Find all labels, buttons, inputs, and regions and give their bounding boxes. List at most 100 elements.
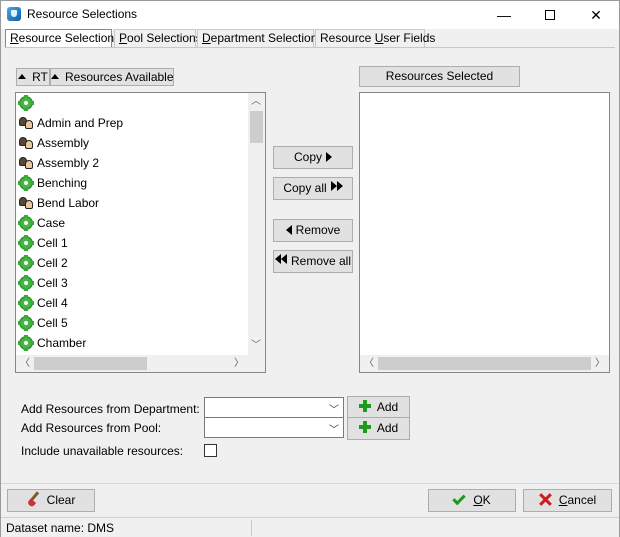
resource-selections-window: Resource Selections — ✕ Resource Selecti…	[0, 0, 620, 537]
chevron-down-icon: ﹀	[329, 425, 339, 436]
clear-button[interactable]: Clear	[7, 489, 95, 512]
scroll-left-icon[interactable]: 〈	[362, 357, 376, 371]
pool-combo[interactable]: ﹀	[204, 417, 344, 438]
scroll-right-icon[interactable]: 〉	[593, 357, 607, 371]
gear-icon	[18, 275, 34, 291]
gear-icon	[18, 295, 34, 311]
plus-icon	[358, 421, 371, 434]
arrow-left-icon	[285, 224, 292, 235]
gear-icon	[18, 95, 34, 111]
scroll-right-icon[interactable]: 〉	[232, 357, 246, 371]
tab-label-post: esource Selections	[18, 31, 121, 45]
add-department-button[interactable]: Add	[347, 396, 410, 419]
close-button[interactable]: ✕	[573, 1, 619, 29]
dataset-name-status: Dataset name: DMS	[6, 521, 114, 535]
add-from-department-label: Add Resources from Department:	[21, 402, 200, 416]
available-vertical-scrollbar[interactable]: ︿ ﹀	[248, 93, 265, 355]
double-arrow-left-icon	[274, 250, 287, 271]
tab-mnemonic: R	[10, 31, 19, 45]
copy-all-button[interactable]: Copy all	[273, 177, 353, 200]
gear-icon	[18, 175, 34, 191]
arrow-right-icon	[326, 151, 332, 162]
ok-button-label: K	[482, 493, 491, 507]
people-icon	[19, 116, 33, 130]
minimize-button[interactable]: —	[481, 1, 527, 29]
title-bar: Resource Selections — ✕	[1, 1, 619, 29]
sort-up-icon	[51, 73, 59, 79]
list-item-label: Bend Labor	[37, 196, 100, 210]
tab-resource-selections[interactable]: Resource Selections	[5, 29, 120, 48]
include-unavailable-label: Include unavailable resources:	[21, 444, 184, 458]
resources-selected-list[interactable]: 〈 〉	[359, 92, 610, 373]
available-horizontal-scrollbar[interactable]: 〈 〉	[16, 355, 265, 372]
list-item-label: Cell 3	[37, 276, 68, 290]
remove-all-button-label: Remove all	[290, 254, 352, 268]
dataset-name-label: Dataset name:	[6, 521, 85, 535]
column-header-rt[interactable]: RT	[16, 68, 50, 86]
resources-available-list[interactable]: Admin and Prep Assembly Assembly 2 Bench…	[15, 92, 266, 373]
plus-icon	[358, 400, 371, 413]
cancel-button-label: ancel	[567, 493, 597, 507]
chevron-down-icon: ﹀	[329, 405, 339, 416]
copy-button[interactable]: Copy	[273, 146, 353, 169]
list-item-label: Admin and Prep	[37, 116, 124, 130]
column-header-rt-label: RT	[32, 70, 48, 84]
app-shield-icon	[7, 7, 21, 21]
gear-icon	[18, 235, 34, 251]
people-icon	[19, 156, 33, 170]
add-from-pool-label: Add Resources from Pool:	[21, 421, 162, 435]
tab-label-post: ool Selections	[127, 31, 202, 45]
tab-label-pre: Resource	[320, 31, 375, 45]
scroll-up-icon[interactable]: ︿	[249, 95, 263, 109]
footer-separator	[1, 483, 619, 484]
add-pool-button-label: Add	[376, 421, 399, 435]
cancel-button[interactable]: Cancel	[523, 489, 612, 512]
maximize-button[interactable]	[527, 1, 573, 29]
list-item-label: Cell 5	[37, 316, 68, 330]
double-arrow-right-icon	[330, 177, 343, 198]
tab-mnemonic: D	[202, 31, 211, 45]
tab-pool-selections[interactable]: Pool Selections	[114, 29, 202, 47]
status-bar: Dataset name: DMS	[1, 517, 619, 537]
maximize-icon	[545, 9, 555, 20]
gear-icon	[18, 315, 34, 331]
tab-label-post: ser Fields	[383, 31, 436, 45]
scroll-left-icon[interactable]: 〈	[18, 357, 32, 371]
tab-resource-user-fields[interactable]: Resource User Fields	[315, 29, 435, 47]
list-item-label: Benching	[37, 176, 88, 190]
copy-button-label: Copy	[293, 150, 322, 164]
column-header-resources-available-label: Resources Available	[65, 70, 174, 84]
checkmark-icon	[452, 491, 467, 506]
column-header-resources-available[interactable]: Resources Available	[50, 68, 174, 86]
department-combo[interactable]: ﹀	[204, 397, 344, 418]
people-icon	[19, 196, 33, 210]
scroll-thumb[interactable]	[378, 357, 591, 370]
scroll-down-icon[interactable]: ﹀	[249, 339, 263, 353]
list-item-label: Cell 1	[37, 236, 68, 250]
list-item-label: Assembly	[37, 136, 90, 150]
dataset-name-value: DMS	[87, 521, 115, 535]
people-icon	[19, 136, 33, 150]
gear-icon	[18, 335, 34, 351]
ok-mnemonic: O	[473, 493, 483, 507]
add-pool-button[interactable]: Add	[347, 417, 410, 440]
tab-label-post: epartment Selections	[210, 31, 324, 45]
remove-all-button[interactable]: Remove all	[273, 250, 353, 273]
include-unavailable-checkbox[interactable]	[204, 444, 217, 457]
brush-icon	[27, 492, 41, 506]
scroll-thumb[interactable]	[250, 111, 263, 143]
ok-button[interactable]: OK	[428, 489, 516, 512]
column-header-resources-selected[interactable]: Resources Selected	[359, 66, 520, 87]
list-item-label: Cell 4	[37, 296, 68, 310]
remove-button-label: Remove	[295, 223, 341, 237]
gear-icon	[18, 215, 34, 231]
list-item-label: Assembly 2	[37, 156, 100, 170]
scroll-thumb[interactable]	[34, 357, 147, 370]
sort-up-icon	[18, 73, 27, 79]
gear-icon	[18, 255, 34, 271]
cancel-x-icon	[539, 493, 552, 506]
remove-button[interactable]: Remove	[273, 219, 353, 242]
selected-horizontal-scrollbar[interactable]: 〈 〉	[360, 355, 609, 372]
tab-department-selections[interactable]: Department Selections	[197, 29, 323, 47]
status-divider	[251, 520, 252, 536]
